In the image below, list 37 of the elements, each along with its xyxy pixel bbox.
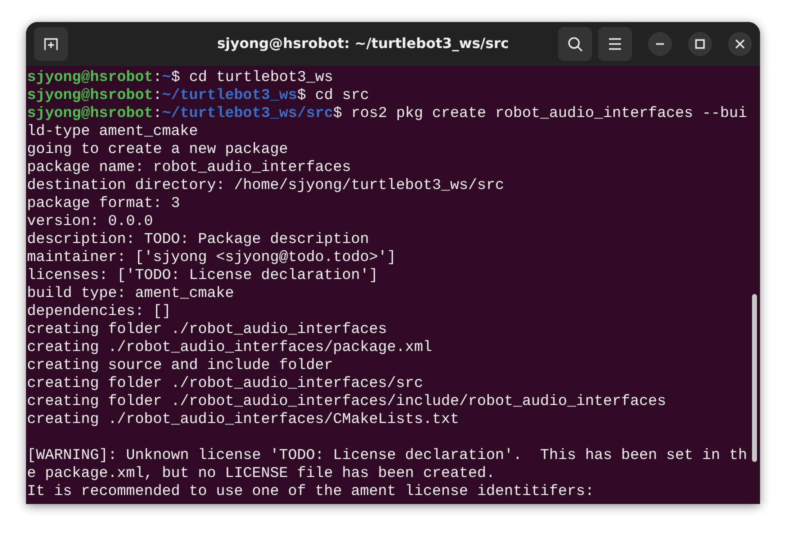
close-icon (735, 39, 745, 49)
output-line: [WARNING]: Unknown license 'TODO: License declaration'. This has been set in th (27, 447, 748, 465)
output-line: build type: ament_cmake (27, 285, 236, 303)
output-line: creating folder ./robot_audio_interfaces/include/robot_audio_interfaces (27, 393, 668, 411)
output-line: maintainer: ['sjyong <sjyong@todo.todo>'] (27, 249, 398, 267)
output-line: creating folder ./robot_audio_interfaces/src (27, 375, 424, 393)
maximize-button[interactable] (688, 32, 712, 56)
output-line: It is recommended to use one of the ament license identitifers: (27, 483, 596, 501)
prompt-line: sjyong@hsrobot:~$ cd turtlebot3_ws (27, 69, 334, 87)
output-line: creating ./robot_audio_interfaces/CMakeLists.txt (27, 411, 460, 429)
output-line: going to create a new package (27, 141, 290, 159)
output-line: creating folder ./robot_audio_interfaces (27, 321, 388, 339)
output-line: creating ./robot_audio_interfaces/package.xml (27, 339, 434, 357)
window-title: sjyong@hsrobot: ~/turtlebot3_ws/src (216, 36, 510, 52)
output-line: package format: 3 (27, 195, 182, 213)
scrollbar-thumb[interactable] (752, 294, 757, 462)
new-tab-button[interactable] (34, 27, 68, 61)
prompt-line: sjyong@hsrobot:~/turtlebot3_ws$ cd src (27, 87, 370, 105)
search-button[interactable] (558, 27, 592, 61)
menu-button[interactable] (598, 27, 632, 61)
output-line: destination directory: /home/sjyong/turtlebot3_ws/src (27, 177, 506, 195)
output-line: dependencies: [] (27, 303, 172, 321)
menu-icon (608, 38, 622, 50)
search-icon (567, 36, 583, 52)
minimize-button[interactable] (648, 32, 672, 56)
output-line: description: TODO: Package description (27, 231, 370, 249)
output-line: creating source and include folder (27, 357, 334, 375)
output-line: e package.xml, but no LICENSE file has been created. (27, 465, 496, 483)
close-button[interactable] (728, 32, 752, 56)
maximize-icon (695, 39, 705, 49)
output-line: licenses: ['TODO: License declaration'] (27, 267, 380, 285)
output-line: ld-type ament_cmake (27, 123, 200, 141)
minimize-icon (655, 43, 665, 45)
new-tab-icon (43, 36, 59, 52)
output-line: version: 0.0.0 (27, 213, 154, 231)
output-line: package name: robot_audio_interfaces (27, 159, 352, 177)
prompt-line: sjyong@hsrobot:~/turtlebot3_ws/src$ ros2 pkg create robot_audio_interfaces --bui (27, 105, 748, 123)
